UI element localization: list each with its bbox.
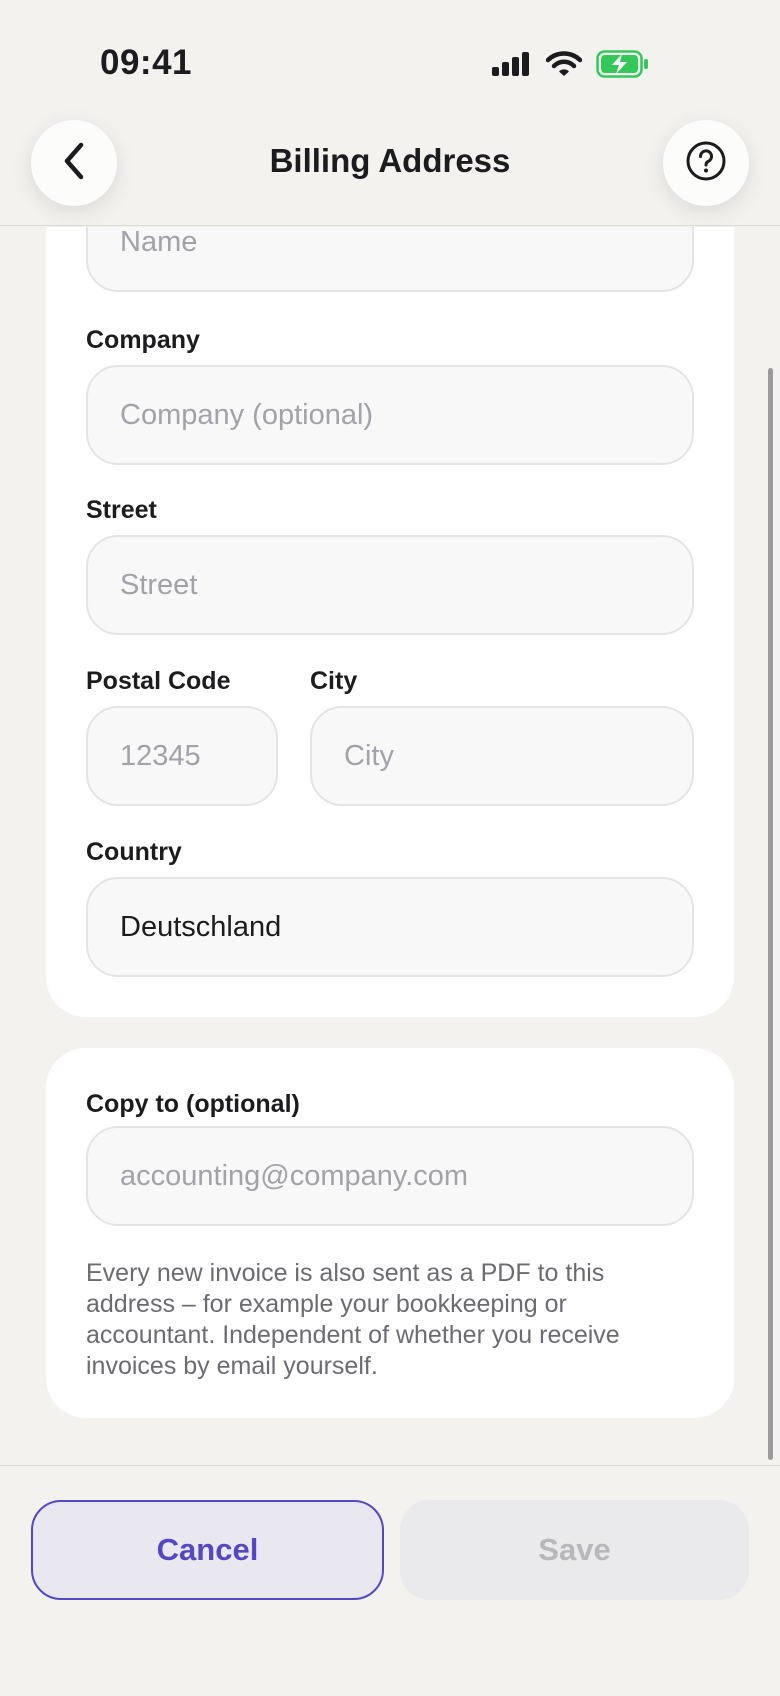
status-time: 09:41 (100, 43, 193, 82)
navigation-bar: Billing Address (0, 120, 780, 226)
country-value: Deutschland (120, 910, 282, 943)
address-card: Name Company Company (optional) Street S… (46, 227, 734, 1017)
street-label: Street (86, 496, 157, 524)
battery-charging-icon (596, 50, 650, 78)
status-bar: 09:41 (0, 0, 780, 120)
postal-code-label: Postal Code (86, 667, 231, 695)
footer-actions: Cancel Save (0, 1465, 780, 1696)
country-label: Country (86, 838, 182, 866)
name-input[interactable]: Name (86, 227, 694, 292)
form-scroll-area[interactable]: Name Company Company (optional) Street S… (0, 227, 780, 1465)
scrollbar[interactable] (768, 368, 773, 1460)
wifi-icon (546, 51, 582, 77)
name-placeholder: Name (120, 227, 198, 258)
copy-to-placeholder: accounting@company.com (120, 1159, 469, 1192)
company-input[interactable]: Company (optional) (86, 365, 694, 465)
company-placeholder: Company (optional) (120, 398, 374, 431)
save-button[interactable]: Save (400, 1500, 749, 1600)
help-button[interactable] (663, 120, 749, 206)
city-input[interactable]: City (310, 706, 694, 806)
postal-code-placeholder: 12345 (120, 739, 201, 772)
company-label: Company (86, 326, 200, 354)
status-icons (492, 42, 650, 78)
copy-to-helper-text: Every new invoice is also sent as a PDF … (86, 1259, 620, 1380)
question-mark-icon (685, 140, 727, 187)
street-input[interactable]: Street (86, 535, 694, 635)
country-select[interactable]: Deutschland (86, 877, 694, 977)
copy-to-label: Copy to (optional) (86, 1090, 300, 1118)
postal-code-input[interactable]: 12345 (86, 706, 278, 806)
copy-to-card: Copy to (optional) accounting@company.co… (46, 1048, 734, 1418)
cellular-signal-icon (492, 52, 532, 76)
city-label: City (310, 667, 358, 695)
street-placeholder: Street (120, 568, 198, 601)
city-placeholder: City (344, 739, 394, 772)
cancel-button[interactable]: Cancel (31, 1500, 384, 1600)
copy-to-email-input[interactable]: accounting@company.com (86, 1126, 694, 1226)
